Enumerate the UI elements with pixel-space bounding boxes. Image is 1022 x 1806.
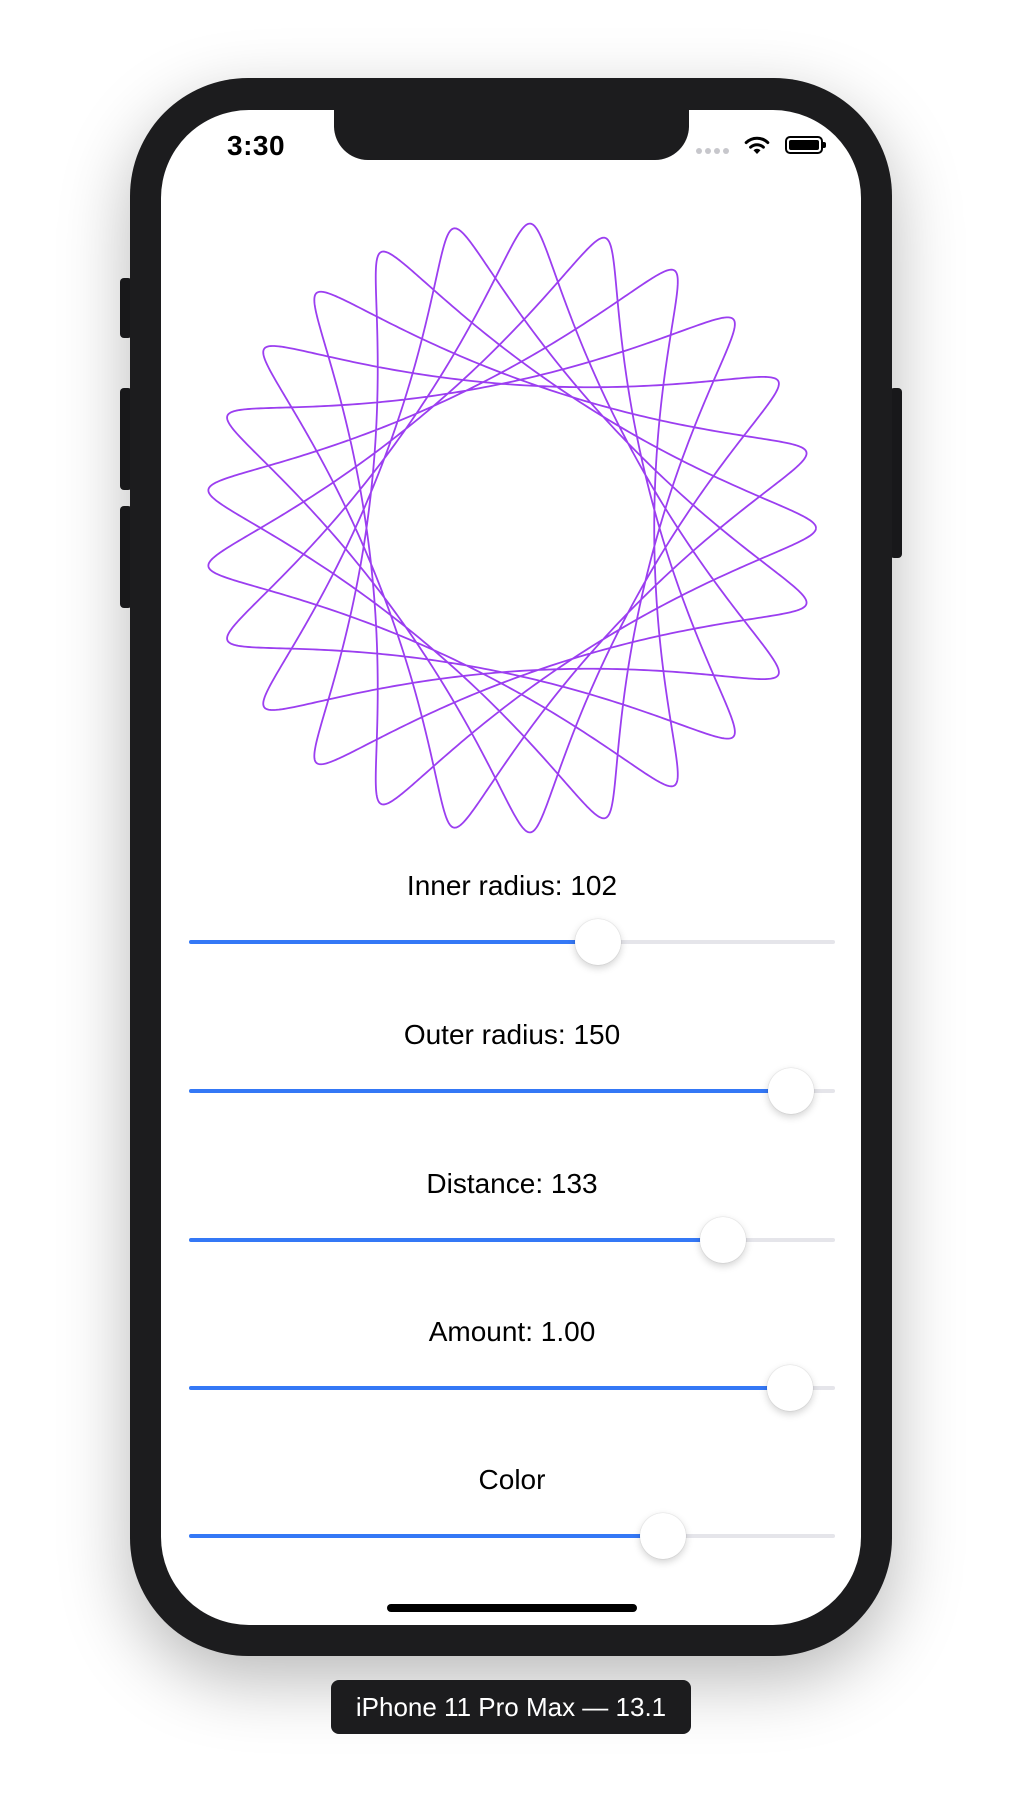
spirograph-canvas <box>207 222 817 834</box>
outer-radius-slider[interactable] <box>189 1066 835 1116</box>
home-indicator[interactable] <box>387 1604 637 1612</box>
amount-slider[interactable] <box>189 1363 835 1413</box>
spirograph-curve <box>207 222 817 834</box>
wifi-icon <box>744 136 770 154</box>
battery-icon <box>785 136 826 154</box>
slider-thumb[interactable] <box>574 919 621 965</box>
distance-label: Distance: 133 <box>426 1168 598 1199</box>
color-control: Color <box>189 1462 835 1561</box>
slider-thumb[interactable] <box>639 1513 686 1559</box>
slider-fill <box>189 1534 663 1538</box>
slider-fill <box>189 1386 790 1390</box>
slider-thumb[interactable] <box>766 1365 813 1411</box>
distance-slider[interactable] <box>189 1215 835 1265</box>
slider-thumb[interactable] <box>768 1068 814 1114</box>
device-label: iPhone 11 Pro Max — 13.1 <box>331 1680 691 1734</box>
notch <box>334 110 689 160</box>
slider-fill <box>189 940 598 944</box>
outer-radius-label: Outer radius: 150 <box>403 1019 621 1050</box>
color-slider[interactable] <box>189 1511 835 1561</box>
distance-control: Distance: 133 <box>189 1166 835 1265</box>
outer-radius-control: Outer radius: 150 <box>189 1017 835 1116</box>
status-icons <box>696 134 826 156</box>
amount-control: Amount: 1.00 <box>189 1314 835 1413</box>
inner-radius-control: Inner radius: 102 <box>189 868 835 967</box>
amount-label: Amount: 1.00 <box>428 1316 596 1347</box>
status-time: 3:30 <box>227 130 286 161</box>
slider-thumb[interactable] <box>700 1217 747 1263</box>
cellular-signal-icon <box>696 136 729 154</box>
inner-radius-slider[interactable] <box>189 917 835 967</box>
phone-screen: 3:30 Inner radius: 102 Outer radius: 150… <box>161 110 861 1625</box>
color-label: Color <box>478 1464 546 1495</box>
inner-radius-label: Inner radius: 102 <box>406 870 618 901</box>
slider-fill <box>189 1089 791 1093</box>
slider-fill <box>189 1238 724 1242</box>
simulator-stage: 3:30 Inner radius: 102 Outer radius: 150… <box>0 0 1022 1806</box>
